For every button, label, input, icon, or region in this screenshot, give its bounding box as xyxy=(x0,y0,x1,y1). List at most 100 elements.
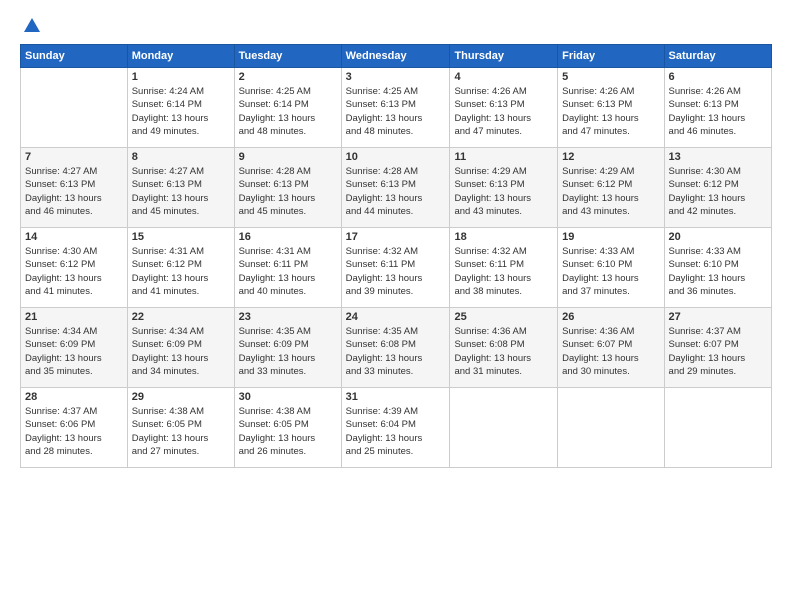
calendar-cell: 31 Sunrise: 4:39 AM Sunset: 6:04 PM Dayli… xyxy=(341,388,450,468)
weekday-header-thursday: Thursday xyxy=(450,45,558,68)
day-info: Sunrise: 4:37 AM Sunset: 6:07 PM Dayligh… xyxy=(669,325,767,378)
day-info: Sunrise: 4:32 AM Sunset: 6:11 PM Dayligh… xyxy=(346,245,446,298)
day-number: 13 xyxy=(669,151,767,163)
calendar-week-row: 14 Sunrise: 4:30 AM Sunset: 6:12 PM Dayli… xyxy=(21,228,772,308)
calendar-cell: 2 Sunrise: 4:25 AM Sunset: 6:14 PM Daylig… xyxy=(234,68,341,148)
day-info: Sunrise: 4:38 AM Sunset: 6:05 PM Dayligh… xyxy=(239,405,337,458)
day-info: Sunrise: 4:33 AM Sunset: 6:10 PM Dayligh… xyxy=(562,245,659,298)
day-info: Sunrise: 4:25 AM Sunset: 6:14 PM Dayligh… xyxy=(239,85,337,138)
day-info: Sunrise: 4:35 AM Sunset: 6:08 PM Dayligh… xyxy=(346,325,446,378)
calendar-week-row: 7 Sunrise: 4:27 AM Sunset: 6:13 PM Daylig… xyxy=(21,148,772,228)
day-info: Sunrise: 4:25 AM Sunset: 6:13 PM Dayligh… xyxy=(346,85,446,138)
day-number: 12 xyxy=(562,151,659,163)
logo xyxy=(20,16,42,36)
calendar-cell: 5Sunrise: 4:26 AM Sunset: 6:13 PM Daylig… xyxy=(558,68,664,148)
day-info: Sunrise: 4:27 AM Sunset: 6:13 PM Dayligh… xyxy=(132,165,230,218)
calendar-cell: 15 Sunrise: 4:31 AM Sunset: 6:12 PM Dayli… xyxy=(127,228,234,308)
day-number: 30 xyxy=(239,391,337,403)
day-number: 21 xyxy=(25,311,123,323)
calendar-cell: 10Sunrise: 4:28 AM Sunset: 6:13 PM Dayli… xyxy=(341,148,450,228)
day-number: 4 xyxy=(454,71,553,83)
weekday-header-row: SundayMondayTuesdayWednesdayThursdayFrid… xyxy=(21,45,772,68)
calendar-page: SundayMondayTuesdayWednesdayThursdayFrid… xyxy=(0,0,792,612)
day-number: 24 xyxy=(346,311,446,323)
calendar-cell: 28 Sunrise: 4:37 AM Sunset: 6:06 PM Dayli… xyxy=(21,388,128,468)
day-number: 27 xyxy=(669,311,767,323)
day-info: Sunrise: 4:38 AM Sunset: 6:05 PM Dayligh… xyxy=(132,405,230,458)
day-info: Sunrise: 4:33 AM Sunset: 6:10 PM Dayligh… xyxy=(669,245,767,298)
day-number: 7 xyxy=(25,151,123,163)
calendar-cell xyxy=(450,388,558,468)
calendar-cell: 6 Sunrise: 4:26 AM Sunset: 6:13 PM Daylig… xyxy=(664,68,771,148)
day-info: Sunrise: 4:26 AM Sunset: 6:13 PM Dayligh… xyxy=(669,85,767,138)
calendar-cell: 8 Sunrise: 4:27 AM Sunset: 6:13 PM Daylig… xyxy=(127,148,234,228)
calendar-cell: 9 Sunrise: 4:28 AM Sunset: 6:13 PM Daylig… xyxy=(234,148,341,228)
calendar-cell: 27 Sunrise: 4:37 AM Sunset: 6:07 PM Dayli… xyxy=(664,308,771,388)
calendar-cell: 1 Sunrise: 4:24 AM Sunset: 6:14 PM Daylig… xyxy=(127,68,234,148)
calendar-cell: 17 Sunrise: 4:32 AM Sunset: 6:11 PM Dayli… xyxy=(341,228,450,308)
day-info: Sunrise: 4:31 AM Sunset: 6:11 PM Dayligh… xyxy=(239,245,337,298)
day-number: 28 xyxy=(25,391,123,403)
calendar-cell: 14 Sunrise: 4:30 AM Sunset: 6:12 PM Dayli… xyxy=(21,228,128,308)
day-info: Sunrise: 4:35 AM Sunset: 6:09 PM Dayligh… xyxy=(239,325,337,378)
calendar-cell: 13Sunrise: 4:30 AM Sunset: 6:12 PM Dayli… xyxy=(664,148,771,228)
calendar-cell: 30 Sunrise: 4:38 AM Sunset: 6:05 PM Dayli… xyxy=(234,388,341,468)
day-number: 11 xyxy=(454,151,553,163)
day-info: Sunrise: 4:36 AM Sunset: 6:07 PM Dayligh… xyxy=(562,325,659,378)
day-info: Sunrise: 4:30 AM Sunset: 6:12 PM Dayligh… xyxy=(25,245,123,298)
calendar-cell: 22 Sunrise: 4:34 AM Sunset: 6:09 PM Dayli… xyxy=(127,308,234,388)
day-number: 9 xyxy=(239,151,337,163)
calendar-table: SundayMondayTuesdayWednesdayThursdayFrid… xyxy=(20,44,772,468)
calendar-cell: 12Sunrise: 4:29 AM Sunset: 6:12 PM Dayli… xyxy=(558,148,664,228)
calendar-cell: 26 Sunrise: 4:36 AM Sunset: 6:07 PM Dayli… xyxy=(558,308,664,388)
weekday-header-sunday: Sunday xyxy=(21,45,128,68)
day-number: 29 xyxy=(132,391,230,403)
day-info: Sunrise: 4:37 AM Sunset: 6:06 PM Dayligh… xyxy=(25,405,123,458)
calendar-cell: 19 Sunrise: 4:33 AM Sunset: 6:10 PM Dayli… xyxy=(558,228,664,308)
day-number: 15 xyxy=(132,231,230,243)
day-number: 16 xyxy=(239,231,337,243)
day-number: 19 xyxy=(562,231,659,243)
calendar-cell: 23 Sunrise: 4:35 AM Sunset: 6:09 PM Dayli… xyxy=(234,308,341,388)
logo-icon xyxy=(22,16,42,36)
day-number: 1 xyxy=(132,71,230,83)
day-info: Sunrise: 4:28 AM Sunset: 6:13 PM Dayligh… xyxy=(346,165,446,218)
day-info: Sunrise: 4:36 AM Sunset: 6:08 PM Dayligh… xyxy=(454,325,553,378)
day-number: 14 xyxy=(25,231,123,243)
day-info: Sunrise: 4:34 AM Sunset: 6:09 PM Dayligh… xyxy=(25,325,123,378)
day-info: Sunrise: 4:27 AM Sunset: 6:13 PM Dayligh… xyxy=(25,165,123,218)
day-number: 25 xyxy=(454,311,553,323)
calendar-week-row: 1 Sunrise: 4:24 AM Sunset: 6:14 PM Daylig… xyxy=(21,68,772,148)
day-number: 17 xyxy=(346,231,446,243)
weekday-header-tuesday: Tuesday xyxy=(234,45,341,68)
day-number: 23 xyxy=(239,311,337,323)
calendar-cell: 3Sunrise: 4:25 AM Sunset: 6:13 PM Daylig… xyxy=(341,68,450,148)
weekday-header-wednesday: Wednesday xyxy=(341,45,450,68)
day-number: 20 xyxy=(669,231,767,243)
day-number: 22 xyxy=(132,311,230,323)
calendar-week-row: 28 Sunrise: 4:37 AM Sunset: 6:06 PM Dayli… xyxy=(21,388,772,468)
calendar-cell: 18 Sunrise: 4:32 AM Sunset: 6:11 PM Dayli… xyxy=(450,228,558,308)
day-number: 6 xyxy=(669,71,767,83)
day-info: Sunrise: 4:39 AM Sunset: 6:04 PM Dayligh… xyxy=(346,405,446,458)
calendar-cell xyxy=(558,388,664,468)
day-info: Sunrise: 4:24 AM Sunset: 6:14 PM Dayligh… xyxy=(132,85,230,138)
day-info: Sunrise: 4:26 AM Sunset: 6:13 PM Dayligh… xyxy=(562,85,659,138)
day-number: 2 xyxy=(239,71,337,83)
calendar-cell: 11Sunrise: 4:29 AM Sunset: 6:13 PM Dayli… xyxy=(450,148,558,228)
weekday-header-friday: Friday xyxy=(558,45,664,68)
calendar-cell xyxy=(21,68,128,148)
day-number: 26 xyxy=(562,311,659,323)
day-info: Sunrise: 4:34 AM Sunset: 6:09 PM Dayligh… xyxy=(132,325,230,378)
day-info: Sunrise: 4:28 AM Sunset: 6:13 PM Dayligh… xyxy=(239,165,337,218)
day-info: Sunrise: 4:32 AM Sunset: 6:11 PM Dayligh… xyxy=(454,245,553,298)
calendar-cell xyxy=(664,388,771,468)
weekday-header-saturday: Saturday xyxy=(664,45,771,68)
calendar-week-row: 21 Sunrise: 4:34 AM Sunset: 6:09 PM Dayli… xyxy=(21,308,772,388)
day-info: Sunrise: 4:31 AM Sunset: 6:12 PM Dayligh… xyxy=(132,245,230,298)
calendar-cell: 20 Sunrise: 4:33 AM Sunset: 6:10 PM Dayli… xyxy=(664,228,771,308)
day-number: 18 xyxy=(454,231,553,243)
day-number: 8 xyxy=(132,151,230,163)
calendar-cell: 7 Sunrise: 4:27 AM Sunset: 6:13 PM Daylig… xyxy=(21,148,128,228)
day-number: 31 xyxy=(346,391,446,403)
